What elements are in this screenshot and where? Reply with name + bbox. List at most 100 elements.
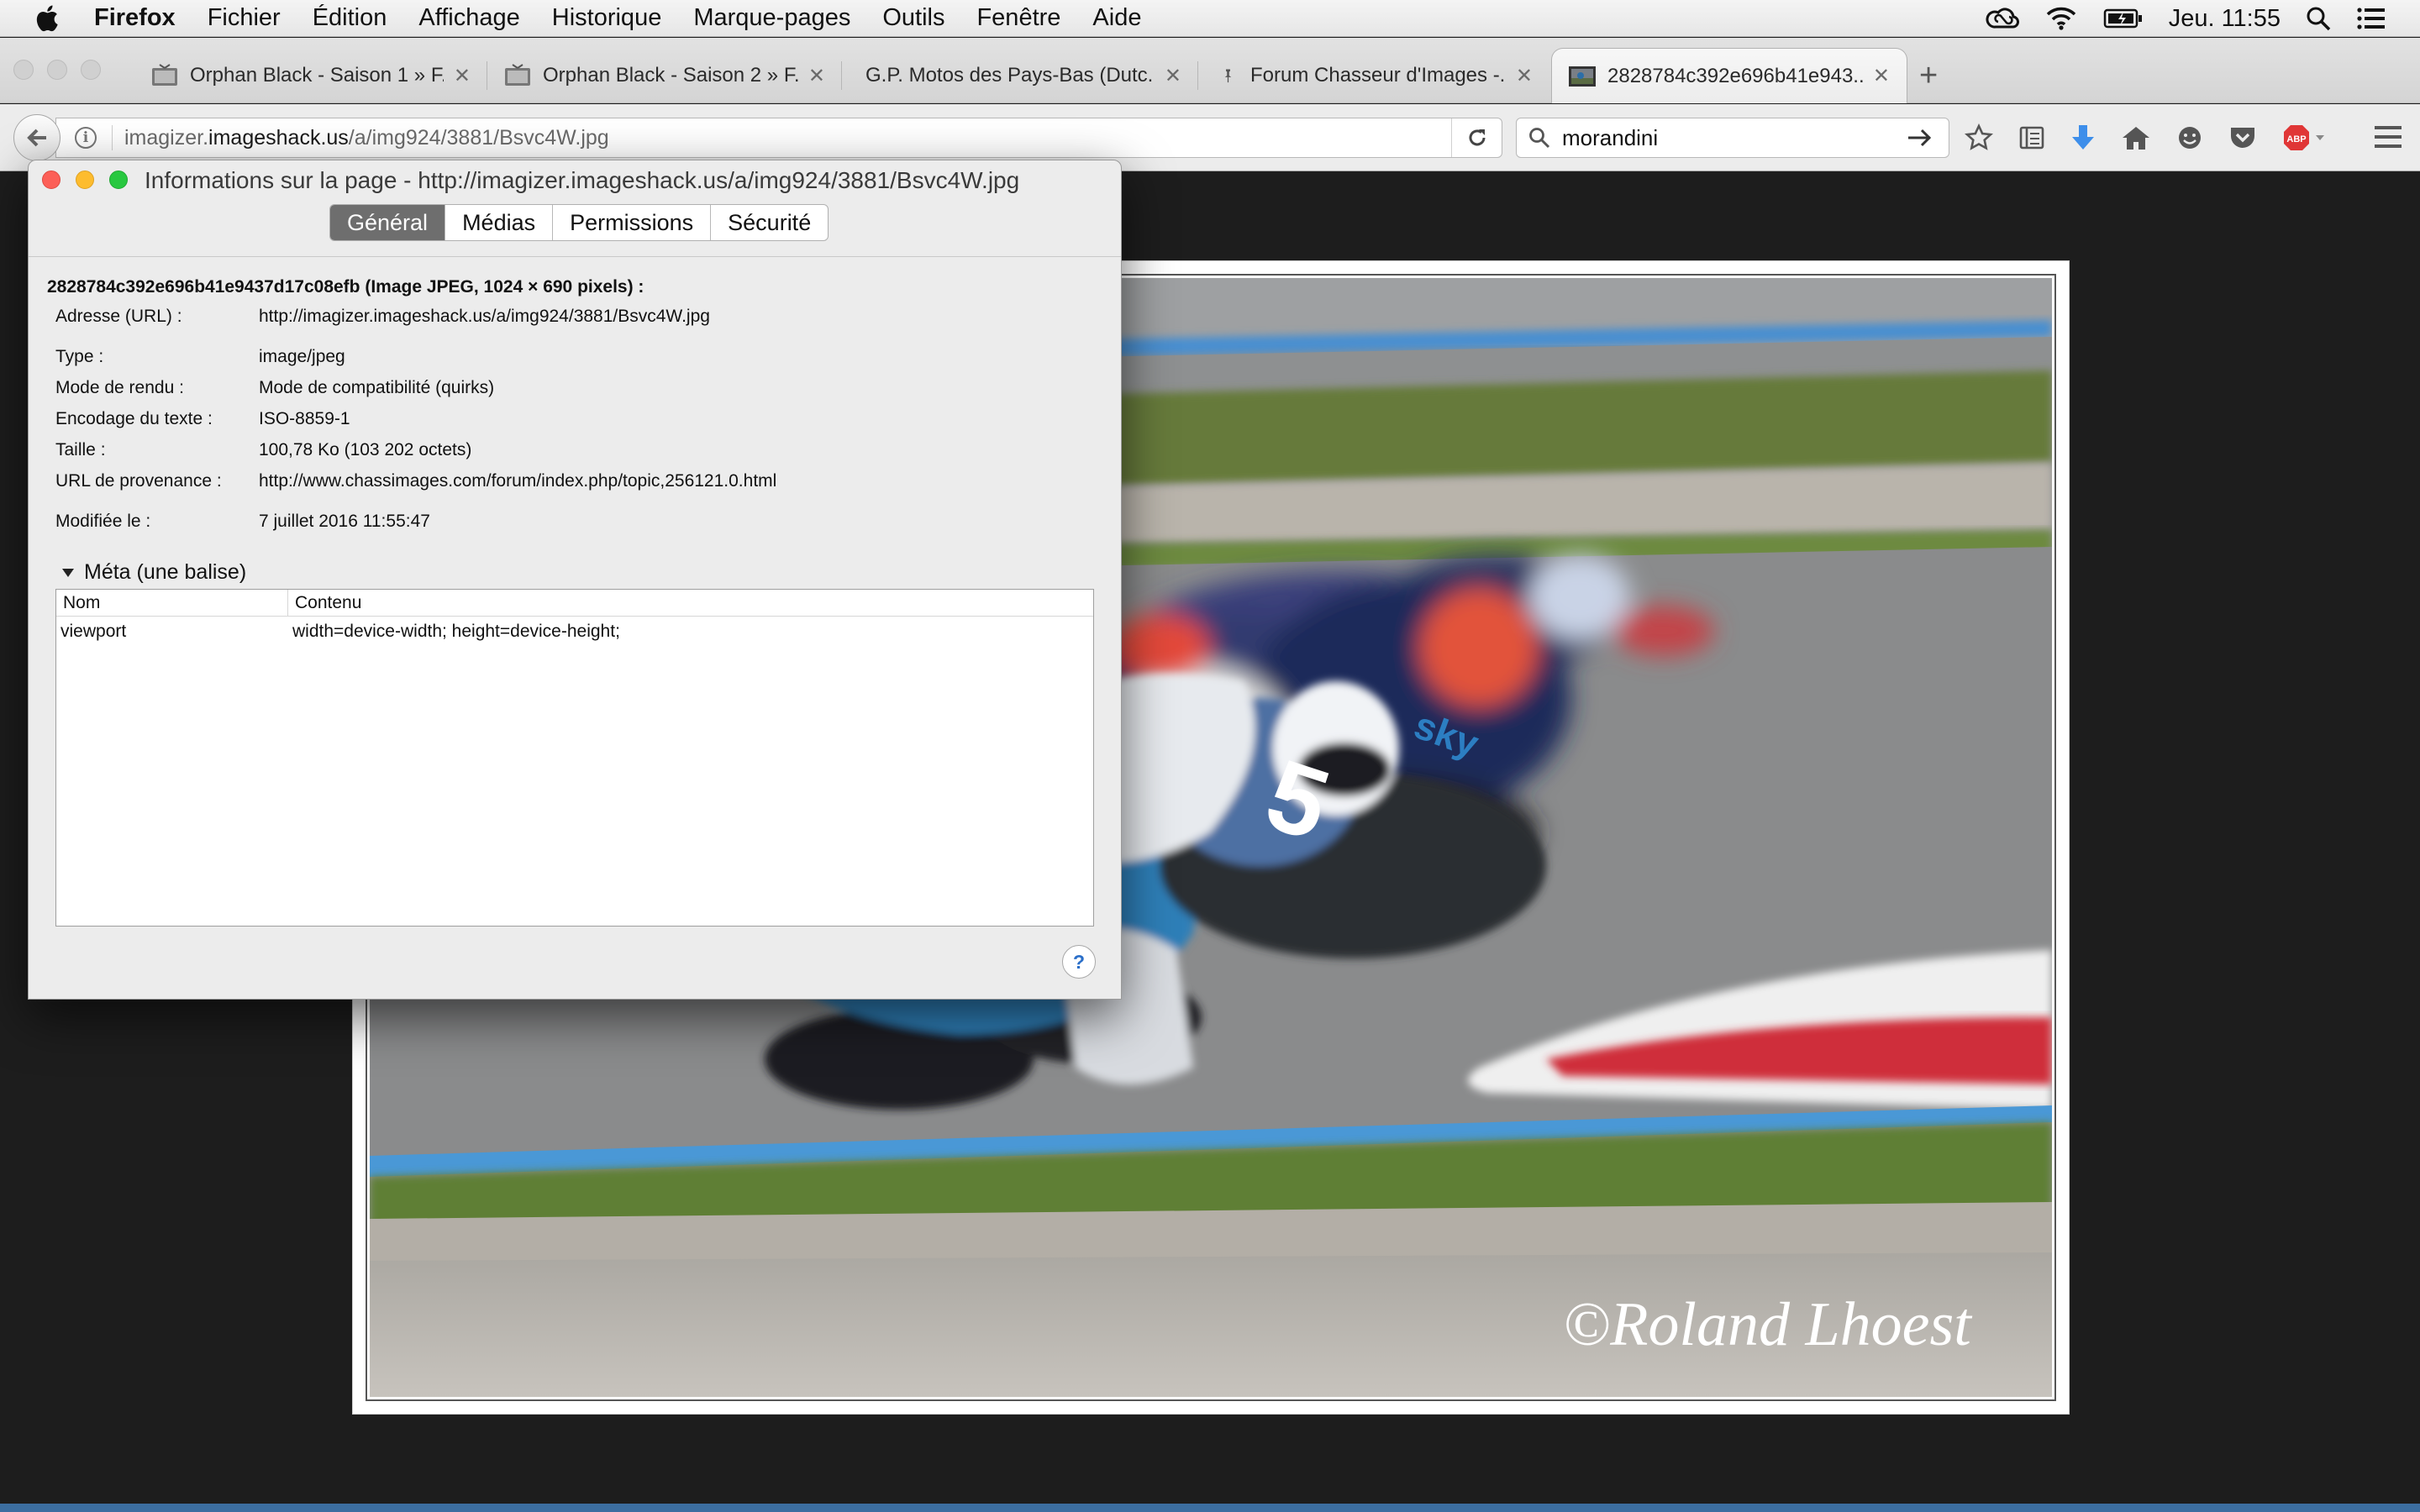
pocket-icon[interactable] <box>2228 124 2257 151</box>
close-tab-icon[interactable]: ✕ <box>1516 64 1533 88</box>
creative-cloud-icon[interactable] <box>1986 7 2019 30</box>
search-bar[interactable]: morandini <box>1516 118 1949 158</box>
reload-button[interactable] <box>1451 118 1502 157</box>
info-value[interactable]: http://www.chassimages.com/forum/index.p… <box>259 471 776 491</box>
tab-permissions[interactable]: Permissions <box>553 205 712 240</box>
image-thumb-icon <box>1569 66 1596 87</box>
search-input[interactable]: morandini <box>1562 125 1891 151</box>
spotlight-search-icon[interactable] <box>2306 6 2331 31</box>
dialog-titlebar[interactable]: Informations sur la page - http://imagiz… <box>29 160 1121 199</box>
window-minimize-button[interactable] <box>47 60 67 80</box>
menu-outils[interactable]: Outils <box>882 4 944 32</box>
info-row-address: Adresse (URL) : http://imagizer.imagesha… <box>55 307 710 327</box>
info-row-modified: Modifiée le : 7 juillet 2016 11:55:47 <box>55 512 430 532</box>
dialog-title: Informations sur la page - http://imagiz… <box>145 167 1020 193</box>
tab-forum-chasseur-images[interactable]: Forum Chasseur d'Images -... ✕ <box>1205 50 1549 102</box>
meta-table[interactable]: Nom Contenu viewport width=device-width;… <box>55 589 1094 927</box>
tab-general[interactable]: Général <box>330 205 446 240</box>
tab-securite[interactable]: Sécurité <box>711 205 828 240</box>
dialog-zoom-button[interactable] <box>109 171 128 189</box>
search-go-arrow-icon[interactable] <box>1903 127 1937 149</box>
column-header-contenu[interactable]: Contenu <box>288 593 361 613</box>
tab-label: Forum Chasseur d'Images -... <box>1250 64 1506 87</box>
tab-strip: Orphan Black - Saison 1 » F... ✕ Orphan … <box>0 38 2420 103</box>
menu-firefox[interactable]: Firefox <box>94 4 176 32</box>
menu-edition[interactable]: Édition <box>313 4 387 32</box>
info-value[interactable]: 100,78 Ko (103 202 octets) <box>259 440 471 460</box>
hello-smiley-icon[interactable] <box>2176 124 2203 151</box>
window-zoom-button[interactable] <box>81 60 101 80</box>
table-row[interactable]: viewport width=device-width; height=devi… <box>56 617 1093 647</box>
reading-list-icon[interactable] <box>2018 124 2045 151</box>
info-value[interactable]: Mode de compatibilité (quirks) <box>259 378 494 398</box>
tab-medias[interactable]: Médias <box>445 205 554 240</box>
search-icon <box>1529 128 1550 149</box>
downloads-arrow-icon[interactable] <box>2070 123 2096 152</box>
info-value[interactable]: http://imagizer.imageshack.us/a/img924/3… <box>259 307 710 327</box>
svg-text:ABP: ABP <box>2286 134 2306 144</box>
info-value[interactable]: ISO-8859-1 <box>259 409 350 429</box>
wifi-icon[interactable] <box>2044 6 2078 31</box>
close-tab-icon[interactable]: ✕ <box>454 64 471 88</box>
menu-historique[interactable]: Historique <box>552 4 662 32</box>
dialog-minimize-button[interactable] <box>76 171 94 189</box>
info-key: URL de provenance : <box>55 471 222 491</box>
bookmark-star-icon[interactable] <box>1965 123 1993 152</box>
info-row-referrer: URL de provenance : http://www.chassimag… <box>55 471 776 491</box>
url-bar[interactable]: i imagizer.imageshack.us/a/img924/3881/B… <box>55 118 1502 158</box>
menu-marque-pages[interactable]: Marque-pages <box>693 4 850 32</box>
menubar-clock[interactable]: Jeu. 11:55 <box>2169 5 2281 33</box>
battery-icon[interactable] <box>2103 8 2144 29</box>
reload-icon <box>1469 129 1485 146</box>
info-row-encoding: Encodage du texte : ISO-8859-1 <box>55 409 350 429</box>
meta-content-cell: width=device-width; height=device-height… <box>292 622 620 641</box>
window-close-button[interactable] <box>13 60 34 80</box>
tab-orphan-black-1[interactable]: Orphan Black - Saison 1 » F... ✕ <box>134 50 487 102</box>
hamburger-menu-icon[interactable] <box>2373 123 2403 151</box>
new-tab-button[interactable]: + <box>1919 58 1938 94</box>
tab-gp-motos[interactable]: G.P. Motos des Pays-Bas (Dutc... ✕ <box>849 50 1198 102</box>
window-controls-inactive <box>13 60 114 80</box>
adblock-plus-icon[interactable]: ABP <box>2282 123 2329 152</box>
info-row-render-mode: Mode de rendu : Mode de compatibilité (q… <box>55 378 494 398</box>
tv-icon <box>152 64 177 86</box>
menu-affichage[interactable]: Affichage <box>418 4 519 32</box>
photo-watermark: ©Roland Lhoest <box>1563 1290 1973 1359</box>
info-key: Mode de rendu : <box>55 378 184 397</box>
menu-fichier[interactable]: Fichier <box>208 4 281 32</box>
meta-name-cell: viewport <box>60 622 127 641</box>
menu-fenetre[interactable]: Fenêtre <box>976 4 1060 32</box>
menu-bar: Firefox Fichier Édition Affichage Histor… <box>0 0 2420 37</box>
back-arrow-icon <box>27 129 46 147</box>
close-tab-icon[interactable]: ✕ <box>808 64 825 88</box>
column-header-nom[interactable]: Nom <box>56 590 288 616</box>
apple-icon[interactable] <box>34 3 64 34</box>
dialog-tab-bar: Général Médias Permissions Sécurité <box>329 204 829 241</box>
meta-table-header: Nom Contenu <box>56 590 1093 617</box>
tv-icon <box>505 64 530 86</box>
url-text[interactable]: imagizer.imageshack.us/a/img924/3881/Bsv… <box>124 126 609 150</box>
home-icon[interactable] <box>2121 124 2151 151</box>
menu-aide[interactable]: Aide <box>1092 4 1141 32</box>
disclosure-triangle-icon[interactable] <box>62 568 74 577</box>
info-row-type: Type : image/jpeg <box>55 347 345 367</box>
tab-orphan-black-2[interactable]: Orphan Black - Saison 2 » F... ✕ <box>487 50 842 102</box>
file-heading: 2828784c392e696b41e9437d17c08efb (Image … <box>47 277 644 297</box>
meta-section-toggle[interactable]: Méta (une balise) <box>62 560 246 585</box>
tab-current-image[interactable]: 2828784c392e696b41e943... ✕ <box>1551 48 1907 103</box>
info-row-size: Taille : 100,78 Ko (103 202 octets) <box>55 440 471 460</box>
close-tab-icon[interactable]: ✕ <box>1165 64 1181 88</box>
close-tab-icon[interactable]: ✕ <box>1873 64 1890 88</box>
page-info-dialog: Informations sur la page - http://imagiz… <box>28 160 1122 1000</box>
toolbar-icons: ABP <box>1965 118 2354 158</box>
info-key: Adresse (URL) : <box>55 307 182 326</box>
meta-section-label: Méta (une balise) <box>84 560 247 584</box>
tab-label: 2828784c392e696b41e943... <box>1607 64 1863 87</box>
notification-center-icon[interactable] <box>2356 7 2386 30</box>
info-value[interactable]: image/jpeg <box>259 347 345 367</box>
page-info-icon[interactable]: i <box>75 127 97 149</box>
help-button[interactable]: ? <box>1062 945 1096 979</box>
info-value[interactable]: 7 juillet 2016 11:55:47 <box>259 512 430 532</box>
dialog-close-button[interactable] <box>42 171 60 189</box>
back-button[interactable] <box>13 114 60 161</box>
